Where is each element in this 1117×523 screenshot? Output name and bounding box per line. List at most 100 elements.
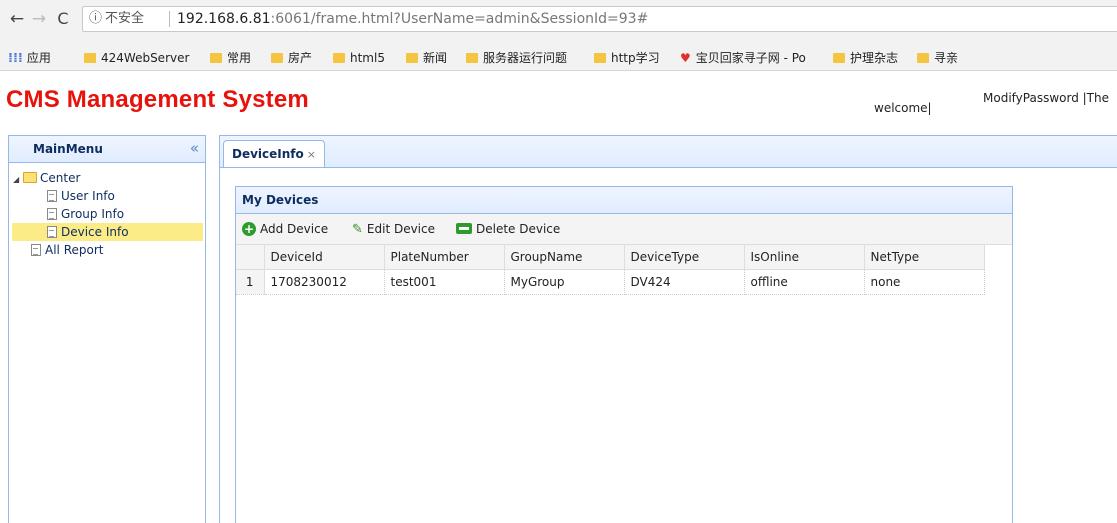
bookmark-family[interactable]: 寻亲 <box>917 46 958 70</box>
folder-icon <box>594 52 606 63</box>
column-header-nettype[interactable]: NetType <box>864 245 985 270</box>
tree-node-label: All Report <box>45 243 104 257</box>
bookmark-common[interactable]: 常用 <box>210 46 251 70</box>
bookmarks-bar: ⁞⁞⁞ 应用 424WebServer 常用 房产 html5 新闻 服务器运行问… <box>0 46 1117 71</box>
file-icon <box>47 225 57 238</box>
file-icon <box>47 189 57 202</box>
url-text[interactable]: 192.168.6.81:6061/frame.html?UserName=ad… <box>177 7 648 31</box>
folder-icon <box>466 52 478 63</box>
edit-device-button[interactable]: ✎ Edit Device <box>352 214 435 245</box>
bookmark-http[interactable]: http学习 <box>594 46 660 70</box>
bookmark-apps[interactable]: ⁞⁞⁞ 应用 <box>8 46 51 70</box>
folder-icon <box>917 52 929 63</box>
welcome-text: welcome| <box>874 101 932 115</box>
info-icon[interactable]: ⓘ <box>89 7 102 31</box>
folder-icon <box>271 52 283 63</box>
tree-node-group-info[interactable]: Group Info <box>47 205 124 223</box>
row-number: 1 <box>236 269 265 295</box>
bookmark-label: 护理杂志 <box>850 51 899 65</box>
add-device-button[interactable]: + Add Device <box>242 214 328 244</box>
bookmark-label: 应用 <box>26 51 51 65</box>
bookmark-label: 服务器运行问题 <box>483 51 568 65</box>
cell-devicetype[interactable]: DV424 <box>624 269 745 295</box>
close-icon[interactable]: × <box>307 148 316 161</box>
main-menu-panel: MainMenu « ◢ Center User Info Group Info … <box>8 135 206 523</box>
security-status[interactable]: 不安全 <box>105 7 144 31</box>
tree-node-label: Center <box>40 171 81 185</box>
address-bar[interactable]: ⓘ 不安全 192.168.6.81:6061/frame.html?UserN… <box>82 6 1117 32</box>
edit-device-label: Edit Device <box>366 222 435 236</box>
table-header-row: DeviceId PlateNumber GroupName DeviceTyp… <box>236 245 985 270</box>
delete-icon <box>456 223 472 234</box>
bookmark-realestate[interactable]: 房产 <box>271 46 312 70</box>
my-devices-panel: My Devices + Add Device ✎ Edit Device Dele… <box>235 186 1013 523</box>
url-path: :6061/frame.html?UserName=admin&SessionI… <box>270 11 649 27</box>
apps-grid-icon: ⁞⁞⁞ <box>8 51 23 66</box>
column-header-platenumber[interactable]: PlateNumber <box>384 245 505 270</box>
add-device-label: Add Device <box>260 222 329 236</box>
bookmark-label: 宝贝回家寻子网 - Po <box>695 51 806 65</box>
tree-node-label: User Info <box>61 189 115 203</box>
bookmark-label: http学习 <box>611 51 660 65</box>
column-header-isonline[interactable]: IsOnline <box>744 245 865 270</box>
file-icon <box>47 207 57 220</box>
bookmark-label: 424WebServer <box>101 51 190 65</box>
tree-node-center[interactable]: ◢ Center <box>13 169 80 187</box>
tree-node-device-info[interactable]: Device Info <box>12 223 203 241</box>
devices-table: DeviceId PlateNumber GroupName DeviceTyp… <box>236 245 985 295</box>
tree-node-user-info[interactable]: User Info <box>47 187 115 205</box>
expand-triangle-icon[interactable]: ◢ <box>13 171 23 189</box>
cell-isonline[interactable]: offline <box>744 269 865 295</box>
bookmark-nursing[interactable]: 护理杂志 <box>833 46 898 70</box>
bookmark-label: 常用 <box>227 51 252 65</box>
heart-icon: ♥ <box>680 51 691 65</box>
cell-deviceid[interactable]: 1708230012 <box>264 269 385 295</box>
folder-icon <box>333 52 345 63</box>
folder-icon <box>210 52 222 63</box>
bookmark-news[interactable]: 新闻 <box>406 46 447 70</box>
folder-icon <box>84 52 96 63</box>
file-icon <box>31 243 41 256</box>
address-divider <box>169 11 170 27</box>
tree-node-label: Device Info <box>61 225 129 239</box>
cell-nettype[interactable]: none <box>864 269 985 295</box>
app-title: CMS Management System <box>6 86 309 113</box>
main-menu-header: MainMenu « <box>9 136 205 163</box>
back-arrow-icon[interactable]: ← <box>8 9 26 29</box>
pencil-icon: ✎ <box>352 222 363 237</box>
column-header-groupname[interactable]: GroupName <box>504 245 625 270</box>
delete-device-button[interactable]: Delete Device <box>456 214 560 244</box>
modify-password-link[interactable]: ModifyPassword |The <box>983 91 1109 105</box>
main-menu-title: MainMenu <box>33 142 103 156</box>
cell-groupname[interactable]: MyGroup <box>504 269 625 295</box>
bookmark-424webserver[interactable]: 424WebServer <box>84 46 189 70</box>
folder-open-icon <box>23 172 37 183</box>
bookmark-server-issues[interactable]: 服务器运行问题 <box>466 46 567 70</box>
bookmark-baobei[interactable]: ♥ 宝贝回家寻子网 - Po <box>680 46 806 70</box>
tabs-header: DeviceInfo × <box>220 136 1117 168</box>
tree-node-all-report[interactable]: All Report <box>31 241 103 259</box>
bookmark-label: 房产 <box>288 51 313 65</box>
url-host: 192.168.6.81 <box>177 11 271 27</box>
bookmark-label: 新闻 <box>423 51 448 65</box>
bookmark-html5[interactable]: html5 <box>333 46 385 70</box>
collapse-left-icon[interactable]: « <box>190 136 199 160</box>
tree-node-label: Group Info <box>61 207 125 221</box>
folder-icon <box>406 52 418 63</box>
table-row[interactable]: 1 1708230012 test001 MyGroup DV424 offli… <box>236 269 985 295</box>
delete-device-label: Delete Device <box>476 222 561 236</box>
browser-toolbar: ← → C ⓘ 不安全 192.168.6.81:6061/frame.html… <box>0 0 1117 46</box>
grid-toolbar: + Add Device ✎ Edit Device Delete Device <box>236 214 1012 245</box>
tab-label: DeviceInfo <box>232 147 304 161</box>
folder-icon <box>833 52 845 63</box>
column-header-deviceid[interactable]: DeviceId <box>264 245 385 270</box>
panel-title: My Devices <box>236 187 1012 214</box>
row-number-header <box>236 245 265 270</box>
cell-platenumber[interactable]: test001 <box>384 269 505 295</box>
add-icon: + <box>242 221 256 236</box>
column-header-devicetype[interactable]: DeviceType <box>624 245 745 270</box>
forward-arrow-icon[interactable]: → <box>30 9 48 29</box>
reload-icon[interactable]: C <box>54 9 72 29</box>
bookmark-label: html5 <box>350 51 385 65</box>
tab-deviceinfo[interactable]: DeviceInfo × <box>223 140 325 167</box>
